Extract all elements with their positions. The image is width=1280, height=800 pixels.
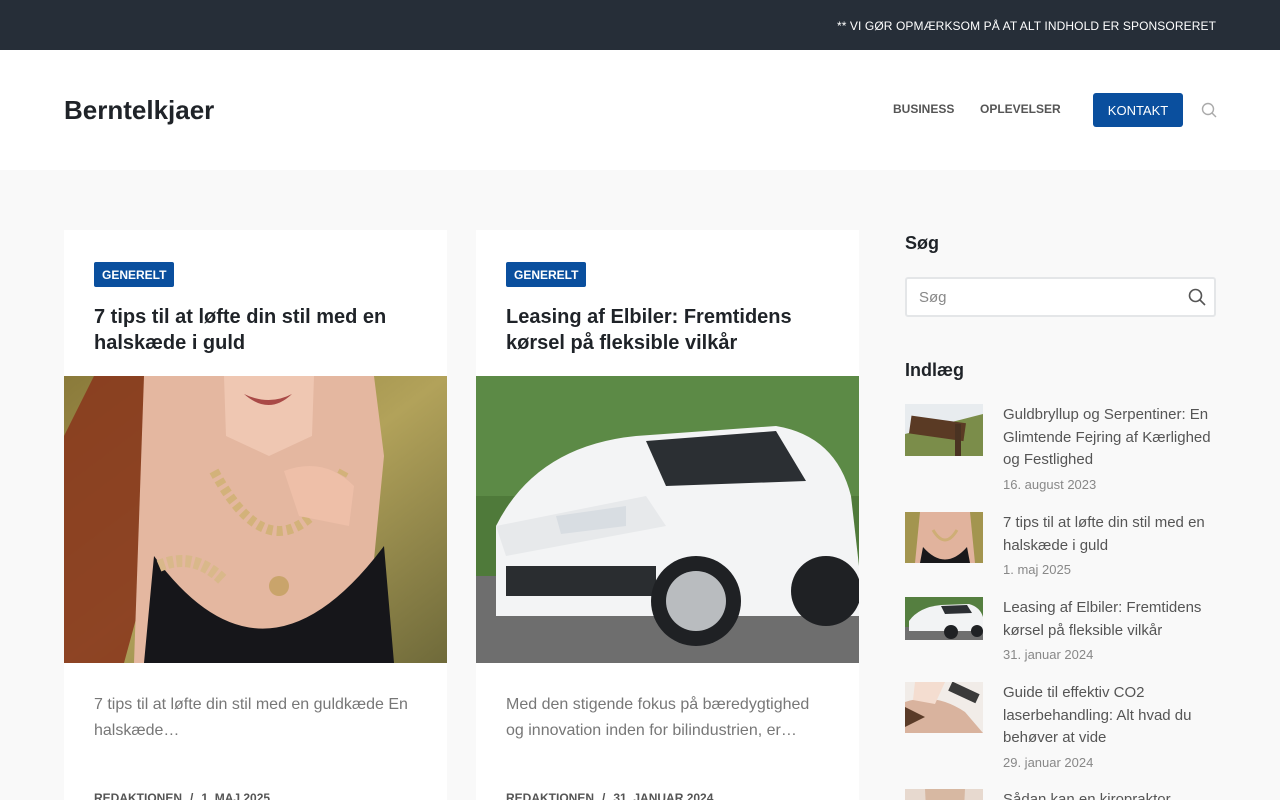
post-meta: REDAKTIONEN / 31. JANUAR 2024 [506, 791, 713, 800]
nav-oplevelser[interactable]: OPLEVELSER [980, 102, 1061, 116]
sidebar-search-box [905, 277, 1216, 317]
search-icon[interactable] [1188, 288, 1206, 306]
post-date: 1. MAJ 2025 [201, 791, 271, 800]
white-car-thumb[interactable] [905, 597, 983, 640]
post-date: 31. JANUAR 2024 [613, 791, 714, 800]
sidebar-search-input[interactable] [919, 279, 1169, 315]
post-meta: REDAKTIONEN / 1. MAJ 2025 [94, 791, 270, 800]
sign-on-tree-thumb[interactable] [905, 404, 983, 456]
necklace-thumb[interactable] [905, 512, 983, 563]
post-author[interactable]: REDAKTIONEN [506, 791, 594, 800]
meta-separator: / [190, 791, 194, 800]
white-suv-photo[interactable] [476, 376, 859, 663]
chiropractor-thumb[interactable] [905, 789, 983, 800]
post-excerpt: 7 tips til at løfte din stil med en guld… [94, 696, 408, 739]
category-badge[interactable]: GENERELT [94, 262, 175, 287]
top-notice-bar: ** VI GØR OPMÆRKSOM PÅ AT ALT INDHOLD ER… [0, 0, 1280, 50]
post-card: GENERELT 7 tips til at løfte din stil me… [64, 230, 447, 800]
sidebar-post-date: 1. maj 2025 [1003, 562, 1071, 577]
sidebar-post-link[interactable]: 7 tips til at løfte din stil med en hals… [1003, 512, 1216, 557]
sidebar-post-link[interactable]: Leasing af Elbiler: Fremtidens kørsel på… [1003, 597, 1216, 642]
search-icon[interactable] [1201, 102, 1217, 118]
search-widget-title: Søg [905, 233, 939, 253]
posts-widget-title: Indlæg [905, 360, 964, 380]
woman-gold-necklace-photo[interactable] [64, 376, 447, 663]
post-author[interactable]: REDAKTIONEN [94, 791, 182, 800]
sidebar-post-link[interactable]: Sådan kan en kiropraktor [1003, 789, 1216, 800]
post-title[interactable]: Leasing af Elbiler: Fremtidens kørsel på… [506, 304, 831, 356]
post-title[interactable]: 7 tips til at løfte din stil med en hals… [94, 304, 419, 356]
post-excerpt: Med den stigende fokus på bæredygtighed … [506, 696, 810, 739]
site-title[interactable]: Berntelkjaer [64, 95, 214, 126]
nav-kontakt-button[interactable]: KONTAKT [1093, 93, 1183, 127]
sidebar-post-date: 29. januar 2024 [1003, 755, 1094, 770]
sidebar-post-link[interactable]: Guide til effektiv CO2 laserbehandling: … [1003, 682, 1216, 750]
sponsored-notice: ** VI GØR OPMÆRKSOM PÅ AT ALT INDHOLD ER… [836, 19, 1216, 33]
sidebar-post-date: 31. januar 2024 [1003, 647, 1094, 662]
sidebar-post-date: 16. august 2023 [1003, 477, 1097, 492]
facial-treatment-thumb[interactable] [905, 682, 983, 733]
meta-separator: / [602, 791, 606, 800]
category-badge[interactable]: GENERELT [506, 262, 587, 287]
post-card: GENERELT Leasing af Elbiler: Fremtidens … [476, 230, 859, 800]
nav-business[interactable]: BUSINESS [893, 102, 954, 116]
sidebar-post-link[interactable]: Guldbryllup og Serpentiner: En Glimtende… [1003, 404, 1216, 472]
site-header: Berntelkjaer BUSINESS OPLEVELSER KONTAKT [0, 50, 1280, 170]
